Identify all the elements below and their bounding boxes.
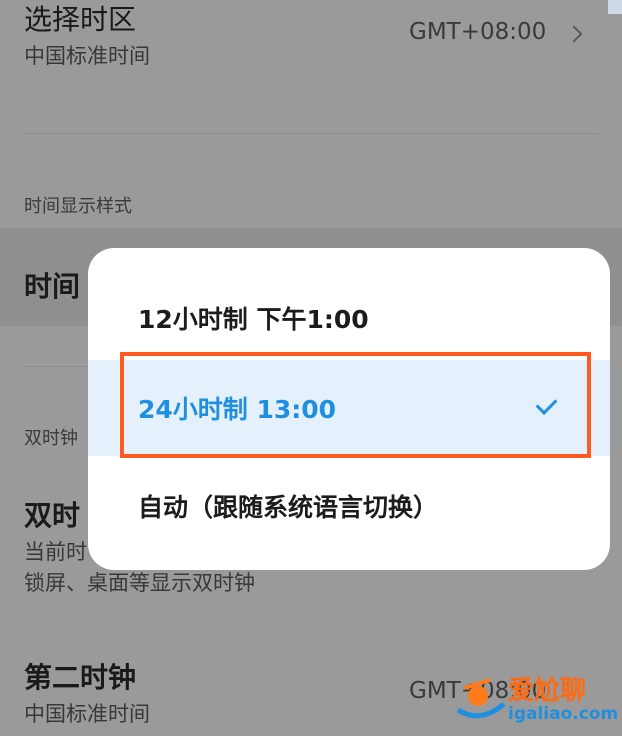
watermark-logo-icon <box>456 678 506 719</box>
option-label: 自动（跟随系统语言切换） <box>138 493 439 522</box>
watermark-text: 爱尬聊 <box>508 676 587 706</box>
option-label: 12小时制 下午1:00 <box>138 305 369 334</box>
highlight-annotation <box>120 352 591 458</box>
watermark-url: igaliao.com <box>508 704 619 724</box>
option-12-hour[interactable]: 12小时制 下午1:00 <box>88 270 610 360</box>
option-auto[interactable]: 自动（跟随系统语言切换） <box>88 456 610 552</box>
watermark: 爱尬聊 igaliao.com <box>450 666 618 728</box>
